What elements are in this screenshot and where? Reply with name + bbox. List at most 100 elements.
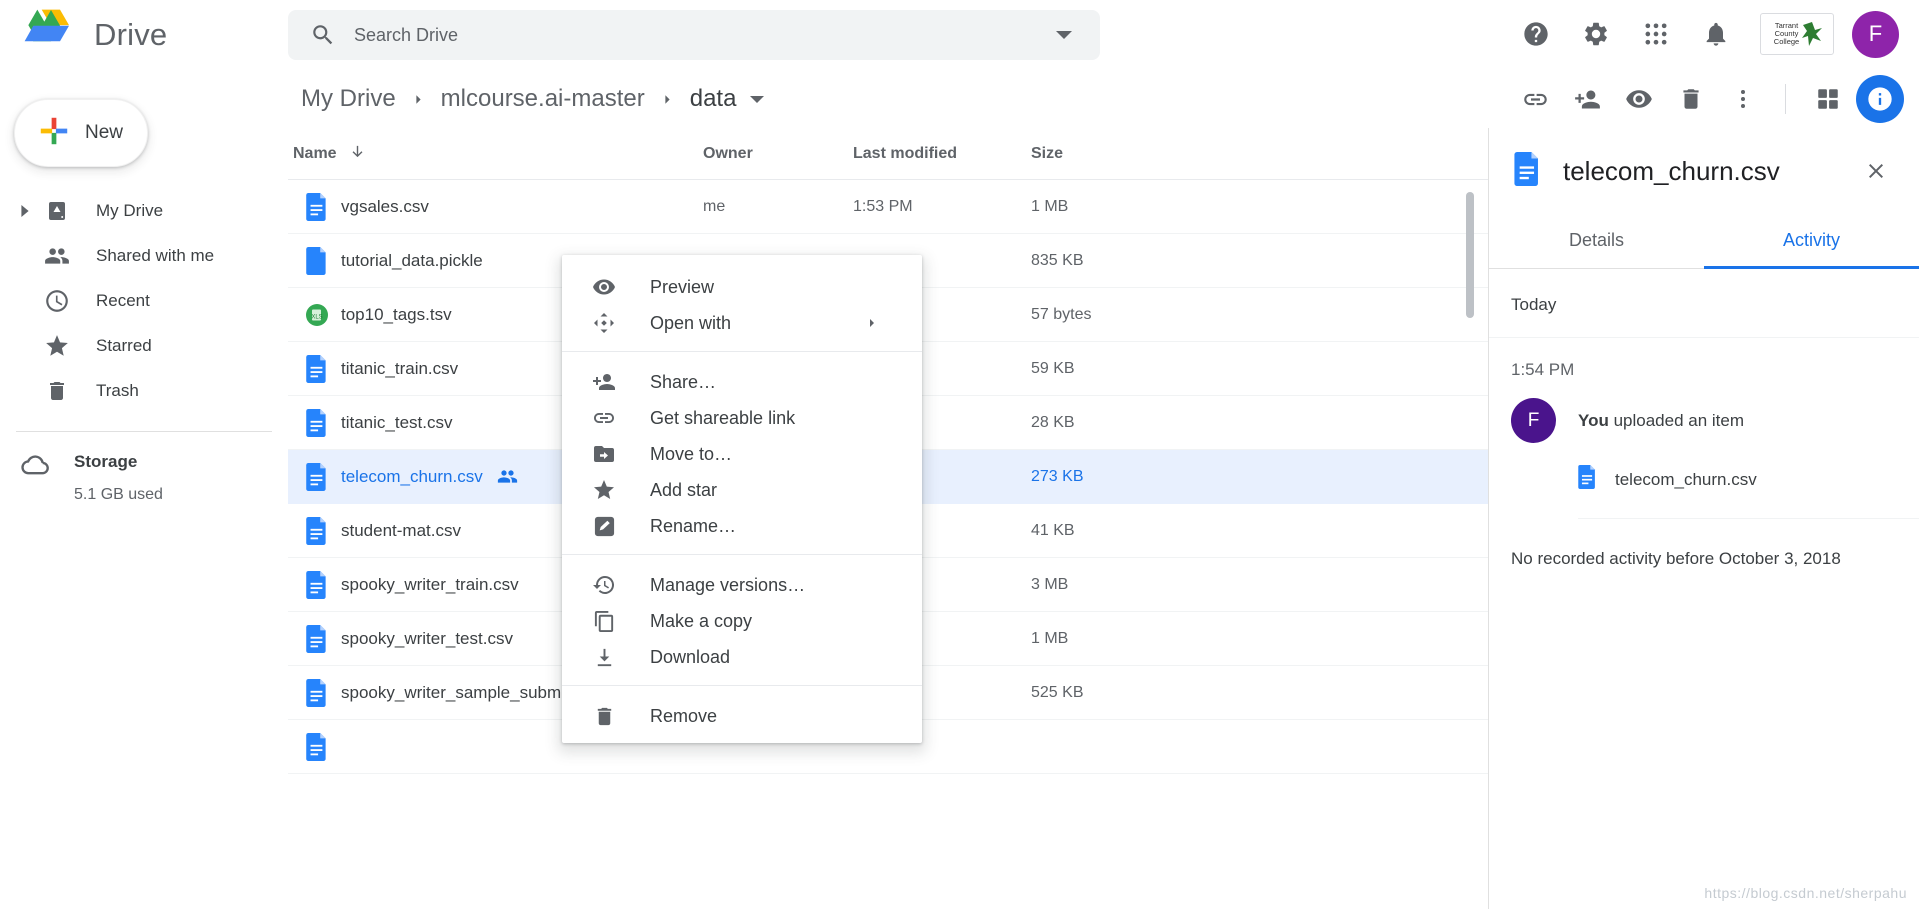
eye-icon[interactable]	[1615, 75, 1663, 123]
sidebar-item-shared-with-me[interactable]: Shared with me	[0, 233, 288, 278]
context-menu-item[interactable]: Preview	[562, 269, 922, 305]
sidebar-item-trash[interactable]: Trash	[0, 368, 288, 413]
expand-arrow-icon[interactable]	[14, 204, 36, 217]
plus-icon	[37, 114, 71, 153]
sidebar: New My Drive Shared with me Recent Starr…	[0, 84, 288, 909]
table-row[interactable]: vgsales.csv me 1:53 PM 1 MB	[288, 180, 1488, 234]
table-header: Name Owner Last modified Size	[288, 128, 1488, 180]
details-panel: telecom_churn.csv Details Activity Today…	[1488, 128, 1919, 909]
sidebar-item-my-drive[interactable]: My Drive	[0, 188, 288, 233]
google-drive-window: Drive Tarrant	[0, 0, 1919, 909]
history-icon	[589, 573, 619, 597]
activity-item[interactable]: telecom_churn.csv	[1578, 465, 1919, 519]
new-button-label: New	[85, 122, 124, 143]
context-menu-item[interactable]: Get shareable link	[562, 400, 922, 436]
organization-logo: Tarrant County College	[1760, 13, 1834, 55]
sidebar-item-label: My Drive	[96, 200, 164, 220]
sidebar-item-label: Starred	[96, 335, 152, 355]
clock-icon	[36, 288, 78, 314]
my-drive-icon	[36, 199, 78, 223]
download-icon	[589, 646, 619, 669]
info-icon[interactable]	[1856, 75, 1904, 123]
csv-file-icon	[1578, 465, 1597, 494]
chevron-down-icon[interactable]	[1056, 31, 1072, 39]
context-menu-item[interactable]: Open with	[562, 305, 922, 341]
file-size: 41 KB	[1031, 521, 1075, 539]
settings-gear-icon[interactable]	[1570, 8, 1622, 60]
star-icon	[36, 333, 78, 359]
context-menu-item[interactable]: Make a copy	[562, 603, 922, 639]
drive-logo-icon	[24, 8, 78, 61]
add-person-icon	[589, 370, 619, 394]
close-icon[interactable]	[1861, 156, 1891, 186]
search-input[interactable]	[354, 24, 1056, 46]
file-owner: me	[703, 197, 726, 215]
context-menu-item-label: Add star	[650, 479, 718, 500]
csv-file-icon	[293, 462, 341, 491]
csv-file-icon	[293, 408, 341, 437]
storage-section[interactable]: Storage 5.1 GB used	[0, 452, 288, 504]
column-header-size[interactable]: Size	[1031, 145, 1191, 163]
details-file-name: telecom_churn.csv	[1563, 155, 1780, 186]
link-icon[interactable]	[1511, 75, 1559, 123]
file-name: spooky_writer_test.csv	[341, 628, 513, 648]
link-icon	[589, 406, 619, 430]
csv-file-icon	[293, 732, 341, 761]
file-size: 3 MB	[1031, 575, 1069, 593]
tab-activity[interactable]: Activity	[1704, 214, 1919, 269]
brand[interactable]: Drive	[24, 8, 167, 61]
context-menu-item[interactable]: Download	[562, 639, 922, 675]
help-icon[interactable]	[1510, 8, 1562, 60]
breadcrumb-item-mlcourse[interactable]: mlcourse.ai-master	[441, 85, 645, 113]
sidebar-item-recent[interactable]: Recent	[0, 278, 288, 323]
file-size: 273 KB	[1031, 467, 1084, 485]
trash-icon[interactable]	[1667, 75, 1715, 123]
search-bar[interactable]	[288, 10, 1100, 60]
column-header-last-modified[interactable]: Last modified	[853, 145, 1031, 163]
context-menu-item[interactable]: Remove	[562, 698, 922, 734]
file-name: vgsales.csv	[341, 196, 429, 216]
brand-label: Drive	[94, 16, 168, 52]
context-menu-item[interactable]: Manage versions…	[562, 567, 922, 603]
details-tabs: Details Activity	[1489, 214, 1919, 269]
people-icon	[36, 243, 78, 269]
breadcrumb-item-data[interactable]: data	[690, 85, 737, 113]
grid-view-icon[interactable]	[1804, 75, 1852, 123]
notifications-bell-icon[interactable]	[1690, 8, 1742, 60]
content-area: My Drive mlcourse.ai-master data Name Ow…	[288, 70, 1919, 909]
activity-description: You uploaded an item	[1578, 411, 1744, 431]
activity-action: uploaded an item	[1608, 410, 1745, 430]
tab-details[interactable]: Details	[1489, 214, 1704, 268]
context-menu-item[interactable]: Move to…	[562, 436, 922, 472]
watermark: https://blog.csdn.net/sherpahu	[1704, 885, 1907, 901]
caret-down-icon[interactable]	[750, 95, 765, 103]
storage-used: 5.1 GB used	[74, 486, 163, 503]
context-menu-item-label: Open with	[650, 312, 732, 333]
more-vert-icon[interactable]	[1719, 75, 1767, 123]
column-header-name[interactable]: Name	[293, 145, 337, 163]
context-menu-item[interactable]: Rename…	[562, 508, 922, 544]
avatar[interactable]: F	[1852, 10, 1899, 58]
details-header: telecom_churn.csv	[1489, 128, 1919, 214]
arrow-down-icon[interactable]	[349, 143, 366, 165]
trash-icon	[589, 705, 619, 728]
breadcrumb-item-my-drive[interactable]: My Drive	[301, 85, 396, 113]
sheet-file-icon: XLS	[293, 303, 341, 327]
sidebar-item-label: Trash	[96, 380, 139, 400]
new-button[interactable]: New	[14, 99, 148, 167]
file-size: 525 KB	[1031, 683, 1084, 701]
file-size: 835 KB	[1031, 251, 1084, 269]
column-header-owner[interactable]: Owner	[703, 145, 853, 163]
sidebar-item-starred[interactable]: Starred	[0, 323, 288, 368]
context-menu-item-label: Make a copy	[650, 610, 753, 631]
file-list-scrollbar[interactable]	[1466, 192, 1474, 318]
apps-grid-icon[interactable]	[1630, 8, 1682, 60]
context-menu-item[interactable]: Share…	[562, 364, 922, 400]
csv-file-icon	[293, 678, 341, 707]
context-menu-item-label: Move to…	[650, 443, 733, 464]
activity-item-name: telecom_churn.csv	[1615, 469, 1757, 489]
context-menu-item[interactable]: Add star	[562, 472, 922, 508]
add-person-icon[interactable]	[1563, 75, 1611, 123]
eye-icon	[589, 275, 619, 299]
rename-pencil-icon	[589, 515, 619, 538]
